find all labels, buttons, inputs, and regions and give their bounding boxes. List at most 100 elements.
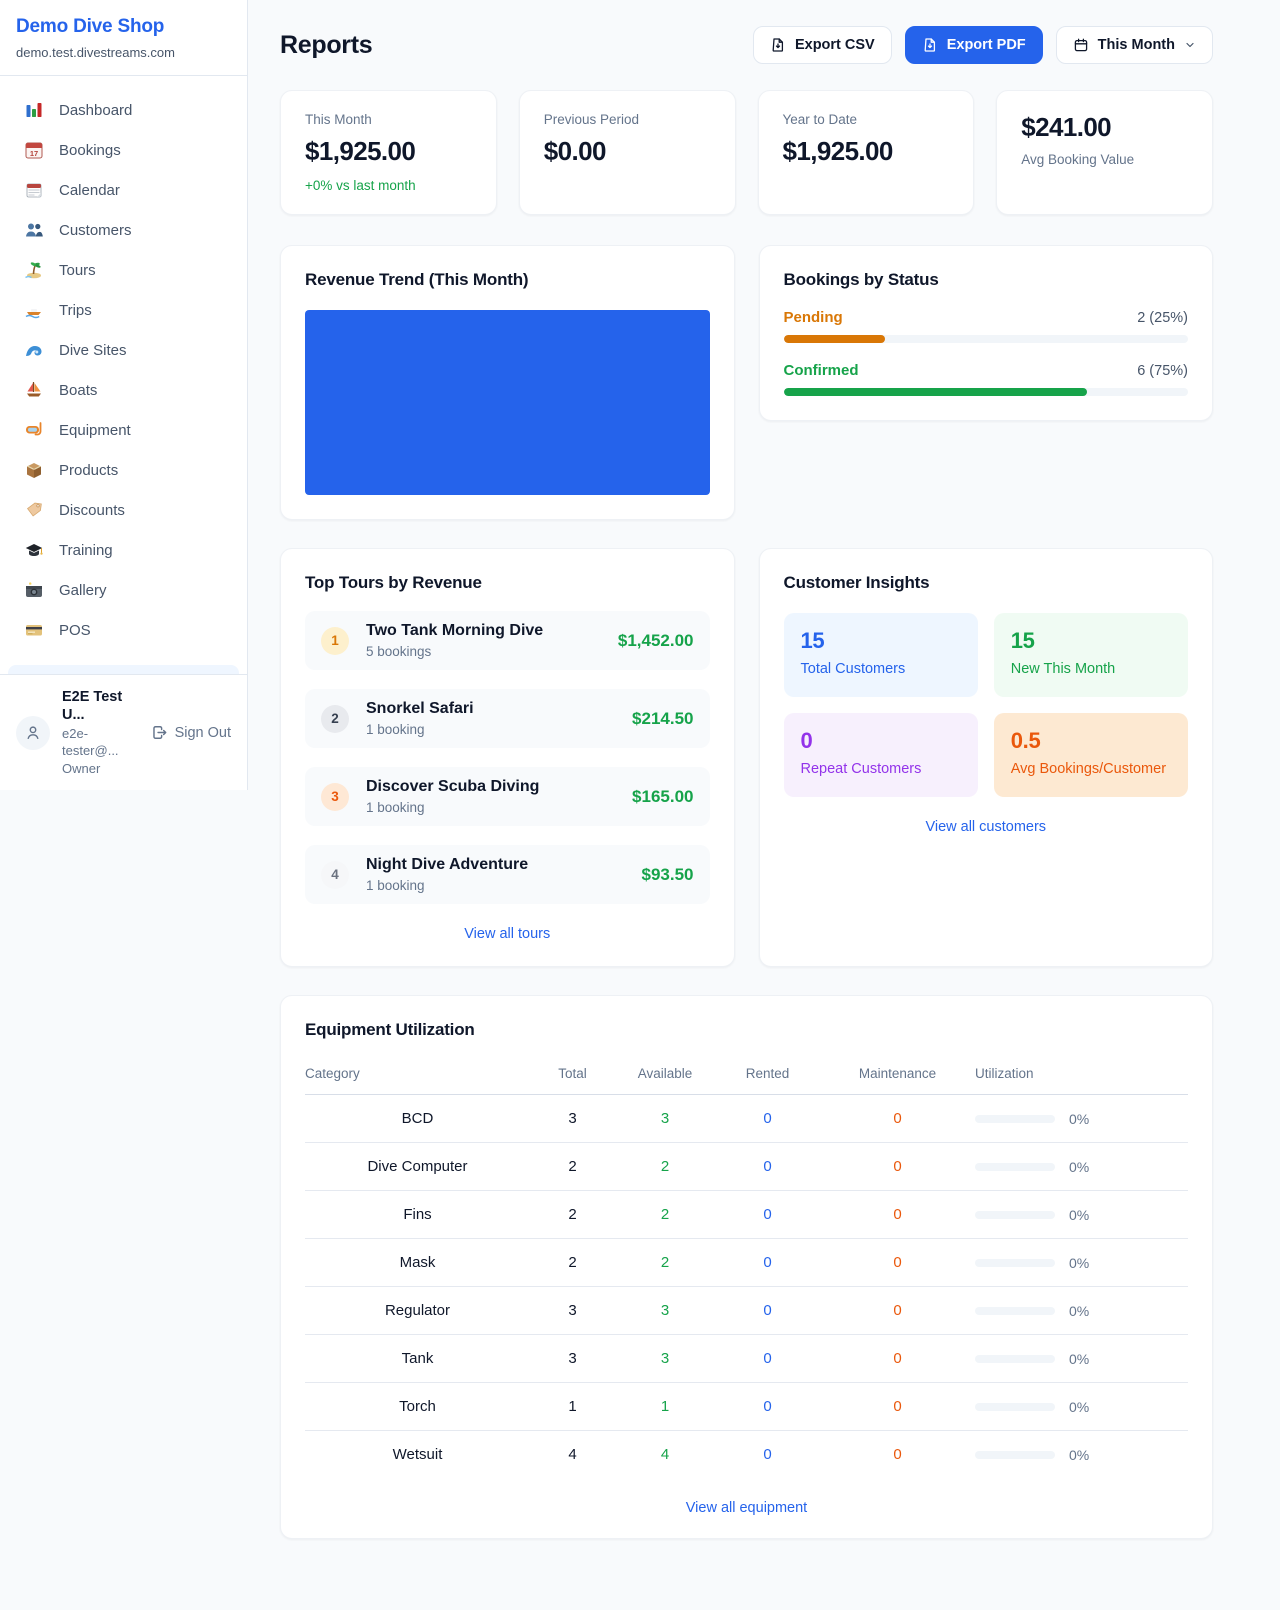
col-header-total: Total bbox=[530, 1056, 615, 1095]
stat-value: $1,925.00 bbox=[305, 136, 472, 167]
sidebar-item-training[interactable]: Training bbox=[8, 530, 239, 570]
sign-out-button[interactable]: Sign Out bbox=[151, 724, 231, 741]
table-row: Regulator 3 3 0 0 0% bbox=[305, 1287, 1188, 1335]
boats-icon bbox=[24, 380, 44, 400]
period-dropdown[interactable]: This Month bbox=[1056, 26, 1213, 64]
shop-domain: demo.test.divestreams.com bbox=[16, 45, 231, 60]
utilization-percent: 0% bbox=[1069, 1399, 1089, 1415]
sidebar-item-customers[interactable]: Customers bbox=[8, 210, 239, 250]
sidebar-item-boats[interactable]: Boats bbox=[8, 370, 239, 410]
sidebar-item-label: POS bbox=[59, 622, 91, 639]
sidebar-item-equipment[interactable]: Equipment bbox=[8, 410, 239, 450]
view-all-customers-link[interactable]: View all customers bbox=[784, 819, 1189, 835]
insight-tiles: 15 Total Customers 15 New This Month 0 R… bbox=[784, 613, 1189, 797]
sidebar-item-tours[interactable]: Tours bbox=[8, 250, 239, 290]
products-icon bbox=[24, 460, 44, 480]
utilization-bar bbox=[975, 1307, 1055, 1315]
cell-rented: 0 bbox=[715, 1383, 820, 1431]
sign-out-label: Sign Out bbox=[175, 725, 231, 741]
equipment-icon bbox=[24, 420, 44, 440]
sidebar-item-calendar[interactable]: Calendar bbox=[8, 170, 239, 210]
pos-icon bbox=[24, 620, 44, 640]
sidebar-item-label: Dive Sites bbox=[59, 342, 127, 359]
utilization-percent: 0% bbox=[1069, 1159, 1089, 1175]
divesites-icon bbox=[24, 340, 44, 360]
app-root: Demo Dive Shop demo.test.divestreams.com… bbox=[0, 0, 1280, 1599]
cell-category: Regulator bbox=[305, 1287, 530, 1335]
status-label: Confirmed bbox=[784, 362, 859, 379]
cell-available: 2 bbox=[615, 1239, 715, 1287]
sidebar-item-label: Boats bbox=[59, 382, 97, 399]
utilization-bar bbox=[975, 1355, 1055, 1363]
col-header-utilization: Utilization bbox=[975, 1056, 1188, 1095]
stat-delta: +0% vs last month bbox=[305, 178, 472, 193]
equipment-table-body: BCD 3 3 0 0 0% D bbox=[305, 1095, 1188, 1479]
cell-category: Fins bbox=[305, 1191, 530, 1239]
cell-maintenance: 0 bbox=[820, 1287, 975, 1335]
calendar-icon bbox=[24, 180, 44, 200]
tour-bookings: 1 booking bbox=[366, 878, 528, 893]
cell-maintenance: 0 bbox=[820, 1095, 975, 1143]
utilization-bar bbox=[975, 1163, 1055, 1171]
sidebar-item-bookings[interactable]: 17 Bookings bbox=[8, 130, 239, 170]
cell-category: Wetsuit bbox=[305, 1431, 530, 1479]
tour-revenue: $93.50 bbox=[630, 865, 694, 885]
trips-icon bbox=[24, 300, 44, 320]
status-value: 6 (75%) bbox=[1137, 363, 1188, 379]
sidebar-item-dashboard[interactable]: Dashboard bbox=[8, 90, 239, 130]
utilization-bar bbox=[975, 1403, 1055, 1411]
cell-total: 4 bbox=[530, 1431, 615, 1479]
cell-total: 3 bbox=[530, 1287, 615, 1335]
status-list: Pending 2 (25%) Confirmed 6 (75%) bbox=[784, 309, 1189, 396]
stat-value: $1,925.00 bbox=[783, 136, 950, 167]
page-header: Reports Export CSV Export PDF bbox=[280, 26, 1213, 64]
cell-available: 4 bbox=[615, 1431, 715, 1479]
sidebar-item-trips[interactable]: Trips bbox=[8, 290, 239, 330]
sidebar-item-pos[interactable]: POS bbox=[8, 610, 239, 650]
tour-revenue: $214.50 bbox=[620, 709, 693, 729]
insight-value: 15 bbox=[801, 628, 961, 654]
stat-card-this-month: This Month $1,925.00 +0% vs last month bbox=[280, 90, 497, 215]
export-csv-button[interactable]: Export CSV bbox=[753, 26, 892, 64]
bookings-icon: 17 bbox=[24, 140, 44, 160]
chevron-down-icon bbox=[1184, 39, 1196, 51]
equipment-utilization-card: Equipment Utilization Category Total Ava… bbox=[280, 995, 1213, 1539]
charts-row: Revenue Trend (This Month) Bookings by S… bbox=[280, 245, 1213, 520]
sidebar-item-discounts[interactable]: Discounts bbox=[8, 490, 239, 530]
sidebar-item-gallery[interactable]: Gallery bbox=[8, 570, 239, 610]
sidebar-item-reports-clipped[interactable] bbox=[8, 665, 239, 674]
brand-block: Demo Dive Shop demo.test.divestreams.com bbox=[0, 0, 247, 76]
tour-revenue: $165.00 bbox=[620, 787, 693, 807]
tour-name: Discover Scuba Diving bbox=[366, 778, 539, 796]
stat-label: Year to Date bbox=[783, 112, 950, 127]
status-value: 2 (25%) bbox=[1137, 310, 1188, 326]
equipment-table: Category Total Available Rented Maintena… bbox=[305, 1056, 1188, 1478]
insight-tile: 0 Repeat Customers bbox=[784, 713, 978, 797]
rank-badge: 3 bbox=[321, 783, 349, 811]
sidebar: Demo Dive Shop demo.test.divestreams.com… bbox=[0, 0, 248, 790]
stat-label: This Month bbox=[305, 112, 472, 127]
utilization-percent: 0% bbox=[1069, 1351, 1089, 1367]
sidebar-item-label: Products bbox=[59, 462, 118, 479]
tour-name: Two Tank Morning Dive bbox=[366, 622, 543, 640]
export-pdf-button[interactable]: Export PDF bbox=[905, 26, 1043, 64]
sidebar-item-dive-sites[interactable]: Dive Sites bbox=[8, 330, 239, 370]
insight-value: 0.5 bbox=[1011, 728, 1171, 754]
view-all-tours-link[interactable]: View all tours bbox=[305, 926, 710, 942]
cell-total: 2 bbox=[530, 1239, 615, 1287]
user-role: Owner bbox=[62, 761, 139, 777]
cell-rented: 0 bbox=[715, 1287, 820, 1335]
utilization-percent: 0% bbox=[1069, 1303, 1089, 1319]
sidebar-item-products[interactable]: Products bbox=[8, 450, 239, 490]
insight-label: Repeat Customers bbox=[801, 761, 961, 777]
revenue-trend-chart bbox=[305, 310, 710, 495]
period-label: This Month bbox=[1098, 37, 1175, 53]
export-pdf-label: Export PDF bbox=[947, 37, 1026, 53]
utilization-percent: 0% bbox=[1069, 1255, 1089, 1271]
user-email: e2e-tester@... bbox=[62, 726, 139, 759]
cell-available: 2 bbox=[615, 1191, 715, 1239]
tour-name: Night Dive Adventure bbox=[366, 856, 528, 874]
customer-insights-title: Customer Insights bbox=[784, 573, 1189, 593]
stat-label: Avg Booking Value bbox=[1021, 152, 1188, 167]
view-all-equipment-link[interactable]: View all equipment bbox=[305, 1500, 1188, 1516]
